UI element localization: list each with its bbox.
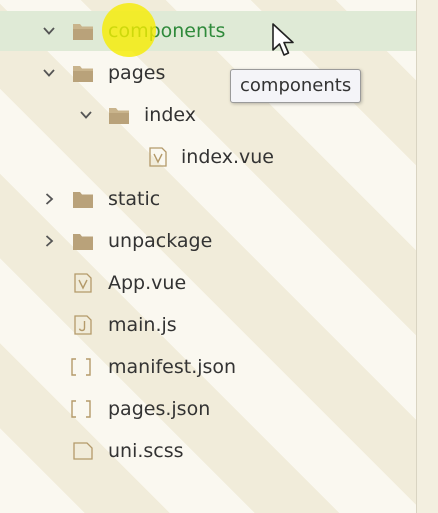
tree-item-pages-json[interactable]: pages.json — [0, 389, 416, 429]
vue-file-icon — [149, 147, 167, 167]
tree-item-label: pages — [108, 62, 166, 84]
folder-icon — [73, 234, 93, 250]
tree-item-main-js[interactable]: main.js — [0, 305, 416, 345]
project-explorer: components pages index index.vue static … — [0, 0, 438, 513]
tree-item-label: App.vue — [108, 272, 187, 294]
mouse-pointer-icon — [272, 23, 294, 56]
tree-item-app-vue[interactable]: App.vue — [0, 263, 416, 303]
folder-icon — [73, 66, 93, 82]
json-file-icon — [71, 400, 91, 418]
panel-divider[interactable] — [416, 0, 438, 513]
tree-item-label: index.vue — [181, 146, 274, 168]
tooltip: components — [230, 69, 362, 103]
chevron-right-icon[interactable] — [42, 192, 56, 206]
tree-item-index-vue[interactable]: index.vue — [0, 137, 416, 177]
folder-icon — [73, 192, 93, 208]
folder-icon — [73, 24, 93, 40]
tree-item-label: manifest.json — [108, 356, 237, 378]
json-file-icon — [71, 358, 91, 376]
chevron-down-icon[interactable] — [79, 108, 93, 122]
file-tree: components pages index index.vue static … — [0, 0, 416, 513]
tree-item-label: index — [144, 104, 196, 126]
js-file-icon — [74, 315, 92, 335]
file-icon — [73, 442, 93, 460]
chevron-down-icon[interactable] — [42, 66, 56, 80]
tree-item-manifest-json[interactable]: manifest.json — [0, 347, 416, 387]
folder-icon — [109, 108, 129, 124]
tree-item-label: main.js — [108, 314, 177, 336]
chevron-down-icon[interactable] — [42, 24, 56, 38]
tree-item-unpackage[interactable]: unpackage — [0, 221, 416, 261]
tree-item-label: static — [108, 188, 161, 210]
tree-item-static[interactable]: static — [0, 179, 416, 219]
chevron-right-icon[interactable] — [42, 234, 56, 248]
tree-item-label: uni.scss — [108, 440, 184, 462]
tree-item-label: pages.json — [108, 398, 211, 420]
tree-item-uni-scss[interactable]: uni.scss — [0, 431, 416, 471]
tree-item-label: unpackage — [108, 230, 213, 252]
tree-item-components[interactable]: components — [0, 11, 416, 51]
cursor-highlight — [102, 3, 156, 57]
vue-file-icon — [74, 273, 92, 293]
